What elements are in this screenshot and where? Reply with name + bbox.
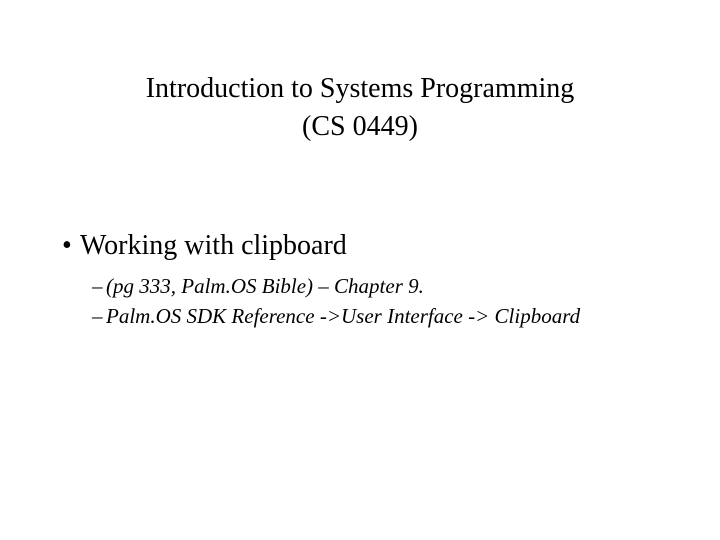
dash-marker-icon: –: [92, 271, 106, 301]
bullet-marker-icon: •: [62, 228, 80, 263]
slide: Introduction to Systems Programming (CS …: [0, 0, 720, 540]
slide-body: • Working with clipboard – (pg 333, Palm…: [62, 228, 680, 332]
dash-marker-icon: –: [92, 301, 106, 331]
sub-item-text: Palm.OS SDK Reference ->User Interface -…: [106, 301, 580, 331]
title-line-1: Introduction to Systems Programming: [0, 70, 720, 108]
slide-title: Introduction to Systems Programming (CS …: [0, 70, 720, 146]
sub-item-text: (pg 333, Palm.OS Bible) – Chapter 9.: [106, 271, 424, 301]
title-line-2: (CS 0449): [0, 108, 720, 146]
sub-item: – (pg 333, Palm.OS Bible) – Chapter 9.: [92, 271, 680, 301]
sub-list: – (pg 333, Palm.OS Bible) – Chapter 9. –…: [92, 271, 680, 332]
bullet-item: • Working with clipboard: [62, 228, 680, 263]
bullet-text: Working with clipboard: [80, 228, 347, 263]
sub-item: – Palm.OS SDK Reference ->User Interface…: [92, 301, 680, 331]
